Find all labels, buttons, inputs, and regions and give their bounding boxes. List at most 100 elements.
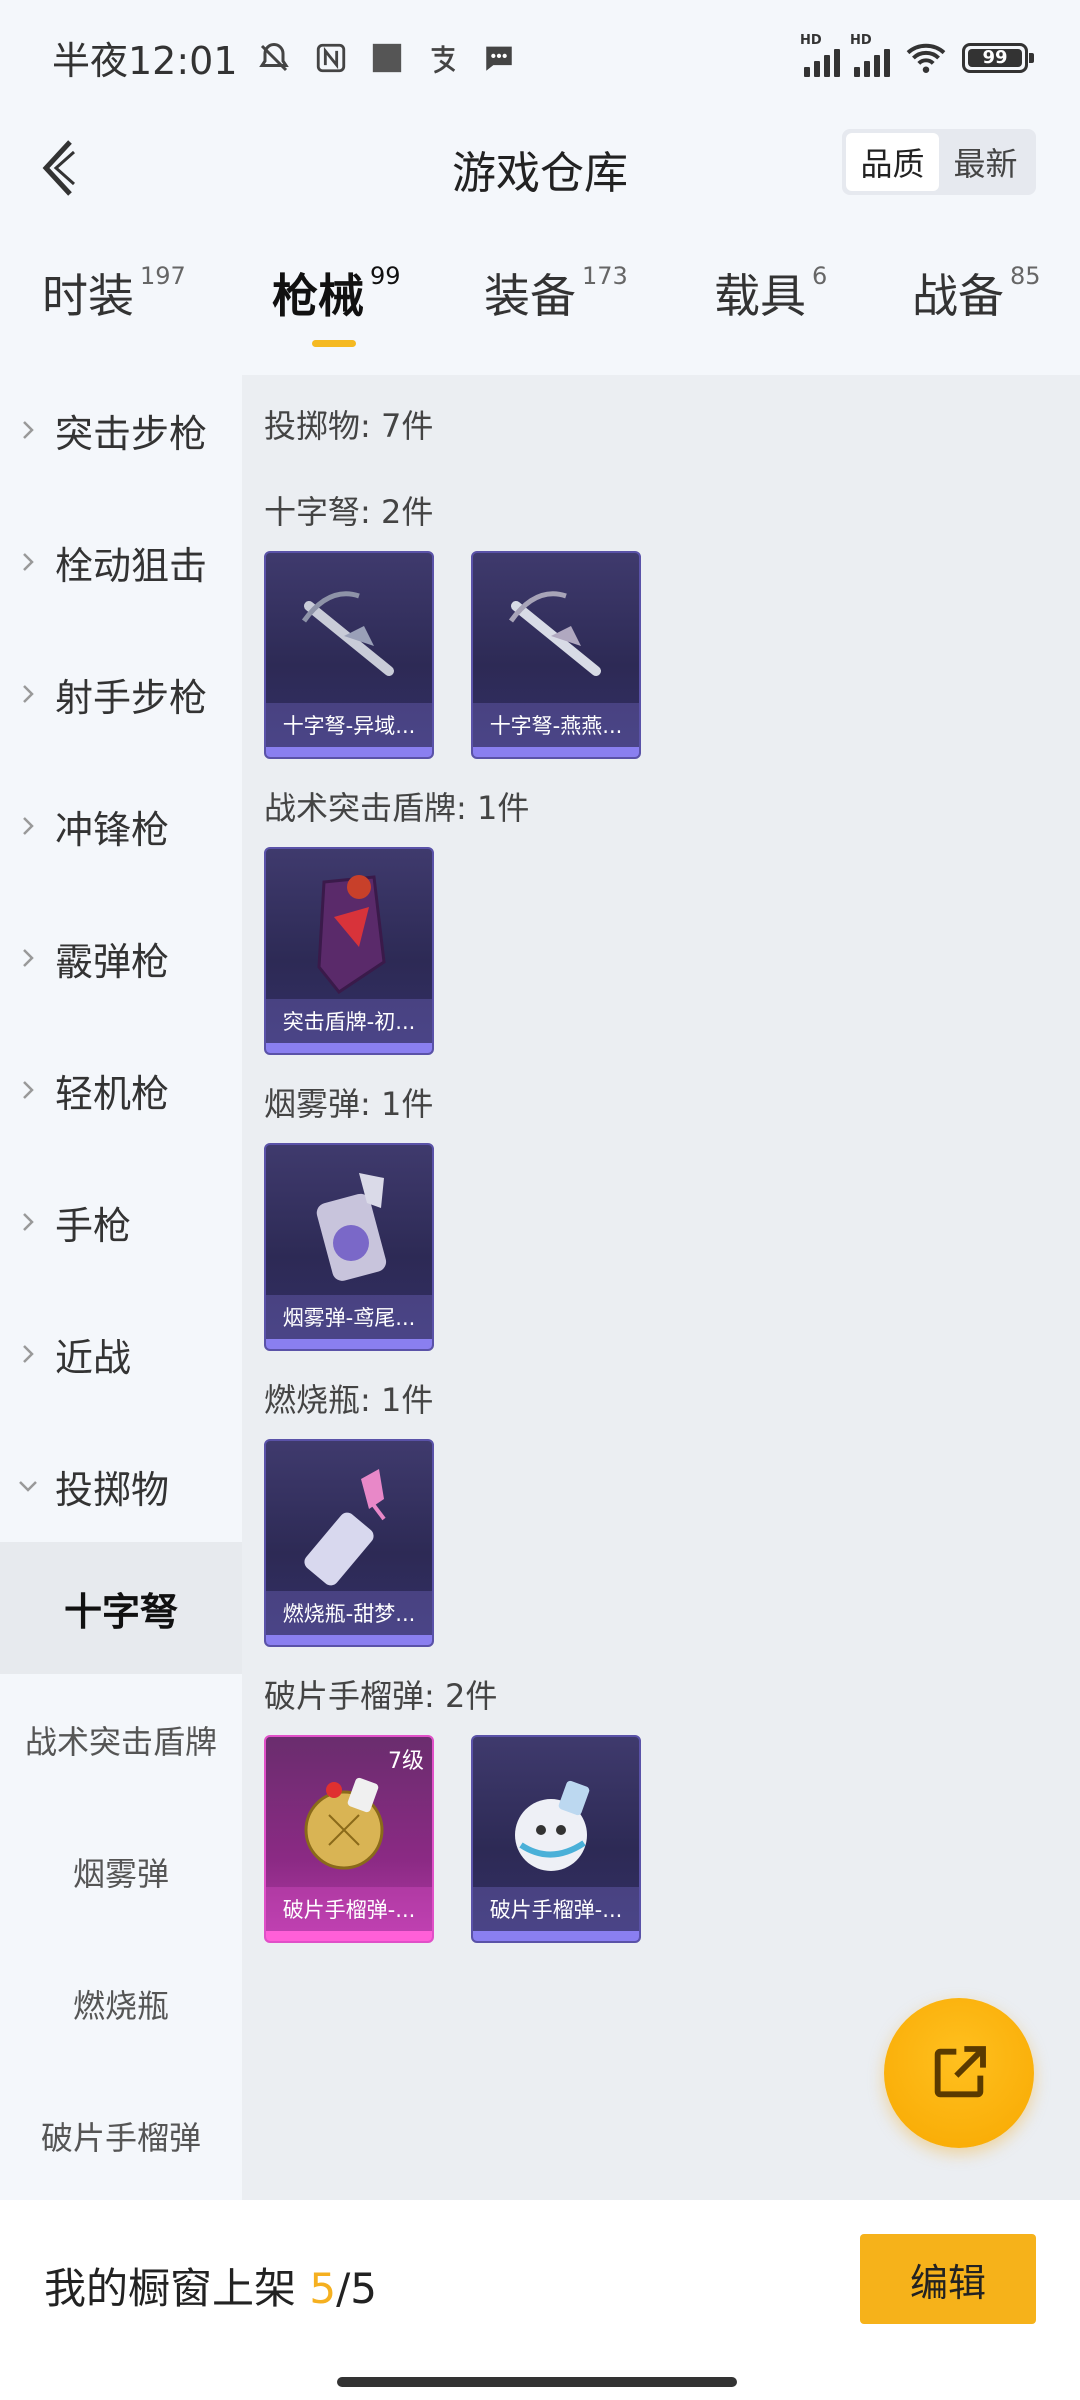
item-name: 燃烧瓶-甜梦... xyxy=(266,1591,432,1635)
app-square-icon xyxy=(372,43,401,72)
message-icon xyxy=(485,46,512,71)
sidebar-sub-smoke-grenade[interactable]: 烟雾弹 xyxy=(0,1806,242,1938)
status-icons xyxy=(256,40,516,76)
header: 游戏仓库 品质 最新 xyxy=(0,115,1080,215)
throwables-summary: 投掷物: 7件 xyxy=(264,407,434,445)
sidebar-sub-label: 破片手榴弹 xyxy=(40,2119,201,2157)
edit-button[interactable]: 编辑 xyxy=(860,2234,1036,2324)
chevron-right-icon xyxy=(22,1213,34,1231)
tab-fashion[interactable]: 时装 197 xyxy=(42,260,186,326)
tab-count: 99 xyxy=(370,262,401,290)
section-label-shield: 战术突击盾牌: 1件 xyxy=(264,789,530,827)
item-card-frag-2[interactable]: 破片手榴弹-... xyxy=(471,1735,641,1943)
sidebar-item-melee[interactable]: 近战 xyxy=(0,1288,242,1420)
alipay-icon xyxy=(431,44,455,74)
category-tabs: 时装 197 枪械 99 装备 173 载具 6 战备 85 xyxy=(0,260,1080,360)
sidebar-item-label: 投掷物 xyxy=(55,1467,170,1512)
frag-grenade-gold-art-icon xyxy=(266,1745,432,1895)
section-label-crossbow: 十字弩: 2件 xyxy=(264,493,434,531)
cell-signal-1-icon: HD xyxy=(800,33,840,77)
chevron-down-icon xyxy=(18,1481,37,1492)
sort-toggle: 品质 最新 xyxy=(842,129,1036,195)
item-name: 烟雾弹-鸢尾... xyxy=(266,1295,432,1339)
nfc-icon xyxy=(316,43,345,72)
item-card-smoke[interactable]: 烟雾弹-鸢尾... xyxy=(264,1143,434,1351)
chevron-right-icon xyxy=(22,817,34,835)
external-link-icon xyxy=(934,2046,986,2098)
chevron-right-icon xyxy=(22,685,34,703)
frag-grenade-art-icon xyxy=(473,1745,639,1895)
sidebar-sub-label: 战术突击盾牌 xyxy=(24,1723,217,1761)
chevron-right-icon xyxy=(22,949,34,967)
sidebar-sub-frag-grenade[interactable]: 破片手榴弹 xyxy=(0,2070,242,2202)
item-card-frag-1[interactable]: 7级 破片手榴弹-... xyxy=(264,1735,434,1943)
molotov-art-icon xyxy=(266,1449,432,1599)
active-tab-indicator xyxy=(312,340,356,347)
chevron-right-icon xyxy=(22,553,34,571)
tab-label: 枪械 xyxy=(272,269,364,323)
sidebar-item-bolt-sniper[interactable]: 栓动狙击 xyxy=(0,496,242,628)
sidebar-item-label: 栓动狙击 xyxy=(55,543,208,588)
item-name: 十字弩-燕燕... xyxy=(473,703,639,747)
tab-equipment[interactable]: 装备 173 xyxy=(484,260,628,326)
status-bar: 半夜12:01 HD HD 99 xyxy=(0,0,1080,115)
tab-supplies[interactable]: 战备 85 xyxy=(912,260,1041,326)
battery-icon: 99 xyxy=(962,42,1034,73)
item-card-crossbow-1[interactable]: 十字弩-异域... xyxy=(264,551,434,759)
section-label-molotov: 燃烧瓶: 1件 xyxy=(264,1381,434,1419)
home-indicator[interactable] xyxy=(337,2377,737,2387)
tab-count: 85 xyxy=(1010,262,1041,290)
item-name: 突击盾牌-初... xyxy=(266,999,432,1043)
showcase-current: 5 xyxy=(309,2264,337,2313)
item-name: 十字弩-异域... xyxy=(266,703,432,747)
wifi-icon xyxy=(906,43,946,73)
sort-newest-button[interactable]: 最新 xyxy=(939,133,1032,191)
bell-muted-icon xyxy=(258,42,289,71)
sidebar-sub-label: 十字弩 xyxy=(63,1589,178,1634)
sidebar-item-throwables[interactable]: 投掷物 xyxy=(0,1420,242,1552)
tab-label: 载具 xyxy=(714,269,806,323)
sidebar-item-marksman-rifle[interactable]: 射手步枪 xyxy=(0,628,242,760)
sidebar-item-pistol[interactable]: 手枪 xyxy=(0,1156,242,1288)
sidebar-sub-molotov[interactable]: 燃烧瓶 xyxy=(0,1938,242,2070)
sidebar-item-assault-rifle[interactable]: 突击步枪 xyxy=(0,364,242,496)
sidebar-sub-crossbow[interactable]: 十字弩 xyxy=(0,1542,242,1674)
item-grid: 投掷物: 7件 十字弩: 2件 十字弩-异域... 十字弩-燕燕... 战术突击… xyxy=(242,375,1080,2200)
section-label-smoke: 烟雾弹: 1件 xyxy=(264,1085,434,1123)
share-fab-button[interactable] xyxy=(884,1998,1034,2148)
sidebar-item-lmg[interactable]: 轻机枪 xyxy=(0,1024,242,1156)
sidebar-sub-label: 烟雾弹 xyxy=(72,1855,169,1893)
item-card-shield[interactable]: 突击盾牌-初... xyxy=(264,847,434,1055)
tab-label: 时装 xyxy=(42,269,134,323)
tab-count: 6 xyxy=(812,262,828,290)
battery-percent: 99 xyxy=(982,47,1008,68)
crossbow-art-icon xyxy=(473,561,639,711)
showcase-total: /5 xyxy=(336,2264,377,2313)
sidebar-sub-tactical-shield[interactable]: 战术突击盾牌 xyxy=(0,1674,242,1806)
sidebar: 突击步枪 栓动狙击 射手步枪 冲锋枪 霰弹枪 轻机枪 手枪 近战 投掷物 十字弩… xyxy=(0,375,242,2200)
sidebar-item-label: 近战 xyxy=(55,1335,132,1380)
sidebar-item-label: 手枪 xyxy=(55,1203,132,1248)
item-card-crossbow-2[interactable]: 十字弩-燕燕... xyxy=(471,551,641,759)
tab-count: 197 xyxy=(140,262,186,290)
signal-hd-label: HD xyxy=(800,32,822,48)
smoke-grenade-art-icon xyxy=(266,1153,432,1303)
sort-quality-button[interactable]: 品质 xyxy=(846,133,939,191)
showcase-label: 我的橱窗上架 xyxy=(44,2264,297,2313)
chevron-right-icon xyxy=(22,421,34,439)
item-card-molotov[interactable]: 燃烧瓶-甜梦... xyxy=(264,1439,434,1647)
chevron-right-icon xyxy=(22,1345,34,1363)
sidebar-item-smg[interactable]: 冲锋枪 xyxy=(0,760,242,892)
chevron-right-icon xyxy=(22,1081,34,1099)
showcase-status: 我的橱窗上架 5/5 xyxy=(44,2255,377,2316)
section-label-frag: 破片手榴弹: 2件 xyxy=(264,1677,498,1715)
sidebar-item-label: 霰弹枪 xyxy=(55,939,170,984)
tab-firearms[interactable]: 枪械 99 xyxy=(272,260,401,326)
sidebar-item-shotgun[interactable]: 霰弹枪 xyxy=(0,892,242,1024)
sidebar-item-label: 轻机枪 xyxy=(55,1071,170,1116)
tab-vehicles[interactable]: 载具 6 xyxy=(714,260,827,326)
crossbow-art-icon xyxy=(266,561,432,711)
tab-count: 173 xyxy=(582,262,628,290)
shield-art-icon xyxy=(266,857,432,1007)
sidebar-item-label: 冲锋枪 xyxy=(55,807,170,852)
